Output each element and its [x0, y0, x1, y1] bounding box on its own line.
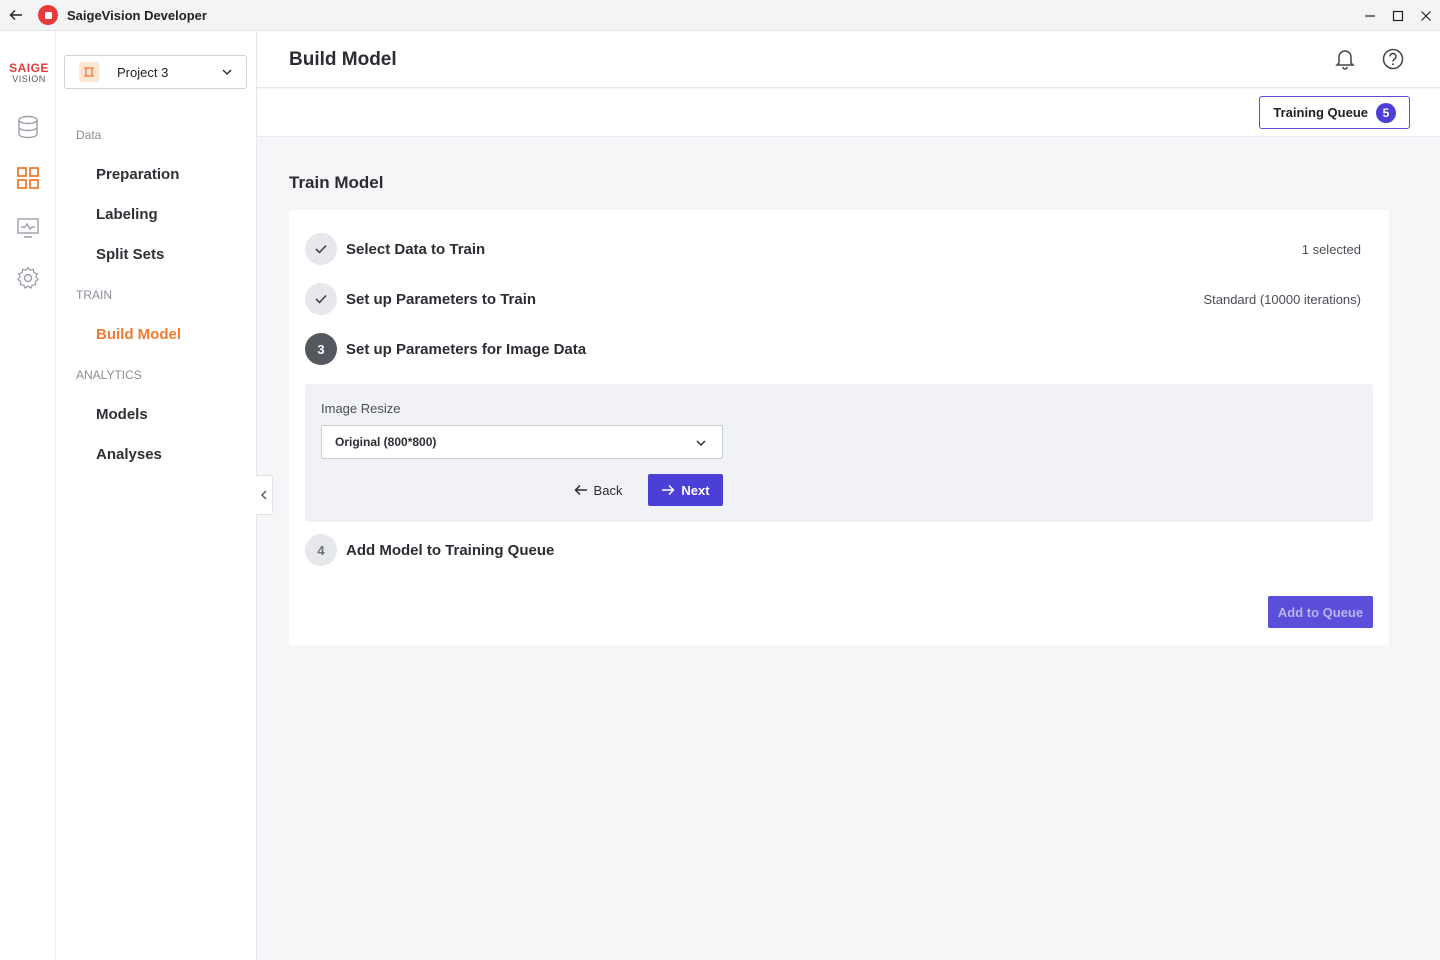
step-value: 1 selected	[1301, 241, 1361, 257]
step-label: Add Model to Training Queue	[346, 541, 555, 559]
step-select-data[interactable]: Select Data to Train 1 selected	[305, 233, 1373, 265]
next-button[interactable]: Next	[648, 474, 723, 506]
dashboard-icon[interactable]	[14, 164, 42, 192]
page-header: Build Model	[257, 31, 1440, 88]
toolbar: Training Queue 5	[257, 89, 1440, 137]
nav-item-build-model[interactable]: Build Model	[96, 326, 181, 343]
step-label: Set up Parameters for Image Data	[346, 340, 587, 358]
help-icon[interactable]	[1381, 47, 1405, 71]
gear-icon[interactable]	[14, 264, 42, 292]
side-navigation: Project 3 Data Preparation Labeling Spli…	[56, 31, 257, 960]
app-logo-icon	[38, 5, 58, 25]
train-model-card: Select Data to Train 1 selected Set up P…	[289, 210, 1389, 645]
project-select-value: Project 3	[117, 64, 169, 80]
chevron-down-icon	[694, 436, 708, 453]
back-label: Back	[593, 482, 623, 498]
check-icon	[305, 233, 337, 265]
step-number: 3	[305, 333, 337, 365]
nav-item-models[interactable]: Models	[96, 406, 148, 423]
step-add-to-queue: 4 Add Model to Training Queue	[305, 534, 1373, 566]
section-title: Train Model	[289, 173, 384, 192]
step-value: Standard (10000 iterations)	[1203, 291, 1361, 307]
icon-rail: SAIGE VISION	[0, 31, 56, 960]
nav-item-analyses[interactable]: Analyses	[96, 446, 162, 463]
step-label: Select Data to Train	[346, 240, 486, 258]
nav-section-data: Data	[76, 128, 102, 142]
queue-count-badge: 5	[1376, 102, 1396, 123]
project-icon	[79, 62, 99, 82]
step-number: 4	[305, 534, 337, 566]
image-parameters-panel: Image Resize Original (800*800) Back Nex…	[305, 384, 1373, 522]
minimize-icon[interactable]	[1356, 0, 1384, 31]
maximize-icon[interactable]	[1384, 0, 1412, 31]
add-to-queue-button[interactable]: Add to Queue	[1268, 596, 1373, 628]
page-title: Build Model	[289, 49, 397, 70]
window-title: SaigeVision Developer	[67, 7, 207, 23]
step-parameters-train[interactable]: Set up Parameters to Train Standard (100…	[305, 283, 1373, 315]
image-resize-value: Original (800*800)	[335, 435, 437, 449]
chevron-left-icon	[261, 490, 267, 500]
project-select[interactable]: Project 3	[64, 55, 247, 89]
next-label: Next	[681, 482, 710, 498]
step-parameters-image: 3 Set up Parameters for Image Data	[305, 333, 1373, 365]
nav-section-train: TRAIN	[76, 288, 112, 302]
arrow-left-icon	[573, 484, 587, 496]
arrow-right-icon	[662, 484, 675, 496]
monitor-icon[interactable]	[14, 214, 42, 242]
nav-item-split-sets[interactable]: Split Sets	[96, 246, 164, 263]
brand-logo: SAIGE VISION	[9, 61, 49, 84]
back-arrow-icon[interactable]	[0, 0, 32, 31]
bell-icon[interactable]	[1333, 47, 1357, 71]
image-resize-label: Image Resize	[321, 401, 401, 416]
nav-item-labeling[interactable]: Labeling	[96, 206, 158, 223]
chevron-down-icon	[220, 65, 234, 84]
back-button[interactable]: Back	[563, 474, 633, 506]
training-queue-button[interactable]: Training Queue 5	[1259, 96, 1410, 129]
step-label: Set up Parameters to Train	[346, 290, 537, 308]
close-window-icon[interactable]	[1412, 0, 1440, 31]
collapse-sidebar-button[interactable]	[256, 475, 273, 515]
nav-item-preparation[interactable]: Preparation	[96, 166, 179, 183]
nav-section-analytics: ANALYTICS	[76, 368, 142, 382]
database-icon[interactable]	[14, 113, 42, 141]
title-bar: SaigeVision Developer	[0, 0, 1440, 31]
training-queue-label: Training Queue	[1273, 105, 1368, 120]
check-icon	[305, 283, 337, 315]
image-resize-select[interactable]: Original (800*800)	[321, 425, 723, 459]
